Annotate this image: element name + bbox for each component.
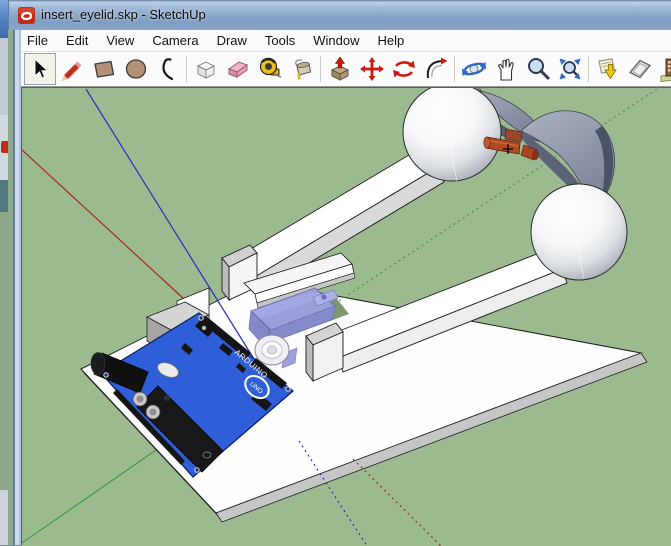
eyeball-left[interactable] xyxy=(402,88,502,182)
servo-tab-hole xyxy=(321,294,327,300)
tool-tape-measure-icon[interactable] xyxy=(254,53,286,85)
toolbar-separator xyxy=(320,56,322,82)
viewport-3d[interactable]: ARDUINO UNO xyxy=(22,88,671,546)
toolbar-separator xyxy=(454,56,456,82)
menu-tools[interactable]: Tools xyxy=(256,31,304,51)
toolbar-separator xyxy=(186,56,188,82)
sketchup-app-icon[interactable] xyxy=(18,7,35,24)
tool-paint-bucket-icon[interactable] xyxy=(286,53,318,85)
window-titlebar[interactable]: insert_eyelid.skp - SketchUp xyxy=(8,0,671,30)
tool-offset-icon[interactable] xyxy=(420,53,452,85)
window-title: insert_eyelid.skp - SketchUp xyxy=(41,7,206,22)
window-left-border xyxy=(8,30,21,545)
tool-get-models-icon[interactable] xyxy=(592,53,624,85)
tool-pan-icon[interactable] xyxy=(490,53,522,85)
eyeball-right[interactable] xyxy=(530,183,628,281)
tool-select-icon[interactable] xyxy=(24,53,56,85)
menu-help[interactable]: Help xyxy=(369,31,414,51)
background-window-titlebar-fragment xyxy=(0,0,8,38)
tool-line-icon[interactable] xyxy=(56,53,88,85)
tool-make-component-icon[interactable] xyxy=(190,53,222,85)
tool-zoom-icon[interactable] xyxy=(522,53,554,85)
tool-arc-icon[interactable] xyxy=(152,53,184,85)
tool-section-plane-icon[interactable] xyxy=(624,53,656,85)
tool-orbit-icon[interactable] xyxy=(458,53,490,85)
menu-bar: File Edit View Camera Draw Tools Window … xyxy=(21,30,671,52)
tool-rectangle-icon[interactable] xyxy=(88,53,120,85)
tool-rotate-icon[interactable] xyxy=(388,53,420,85)
menu-edit[interactable]: Edit xyxy=(57,31,97,51)
servo-shaft xyxy=(254,334,290,366)
tool-push-pull-icon[interactable] xyxy=(324,53,356,85)
menu-camera[interactable]: Camera xyxy=(143,31,207,51)
viewport-container: ARDUINO UNO xyxy=(21,87,671,546)
toolbar-separator xyxy=(588,56,590,82)
menu-view[interactable]: View xyxy=(97,31,143,51)
toolbar xyxy=(21,52,671,87)
tool-3d-warehouse-icon[interactable] xyxy=(656,53,671,85)
menu-window[interactable]: Window xyxy=(304,31,368,51)
tool-eraser-icon[interactable] xyxy=(222,53,254,85)
tool-move-icon[interactable] xyxy=(356,53,388,85)
tool-circle-icon[interactable] xyxy=(120,53,152,85)
tool-zoom-extents-icon[interactable] xyxy=(554,53,586,85)
menu-file[interactable]: File xyxy=(21,31,57,51)
menu-draw[interactable]: Draw xyxy=(208,31,256,51)
